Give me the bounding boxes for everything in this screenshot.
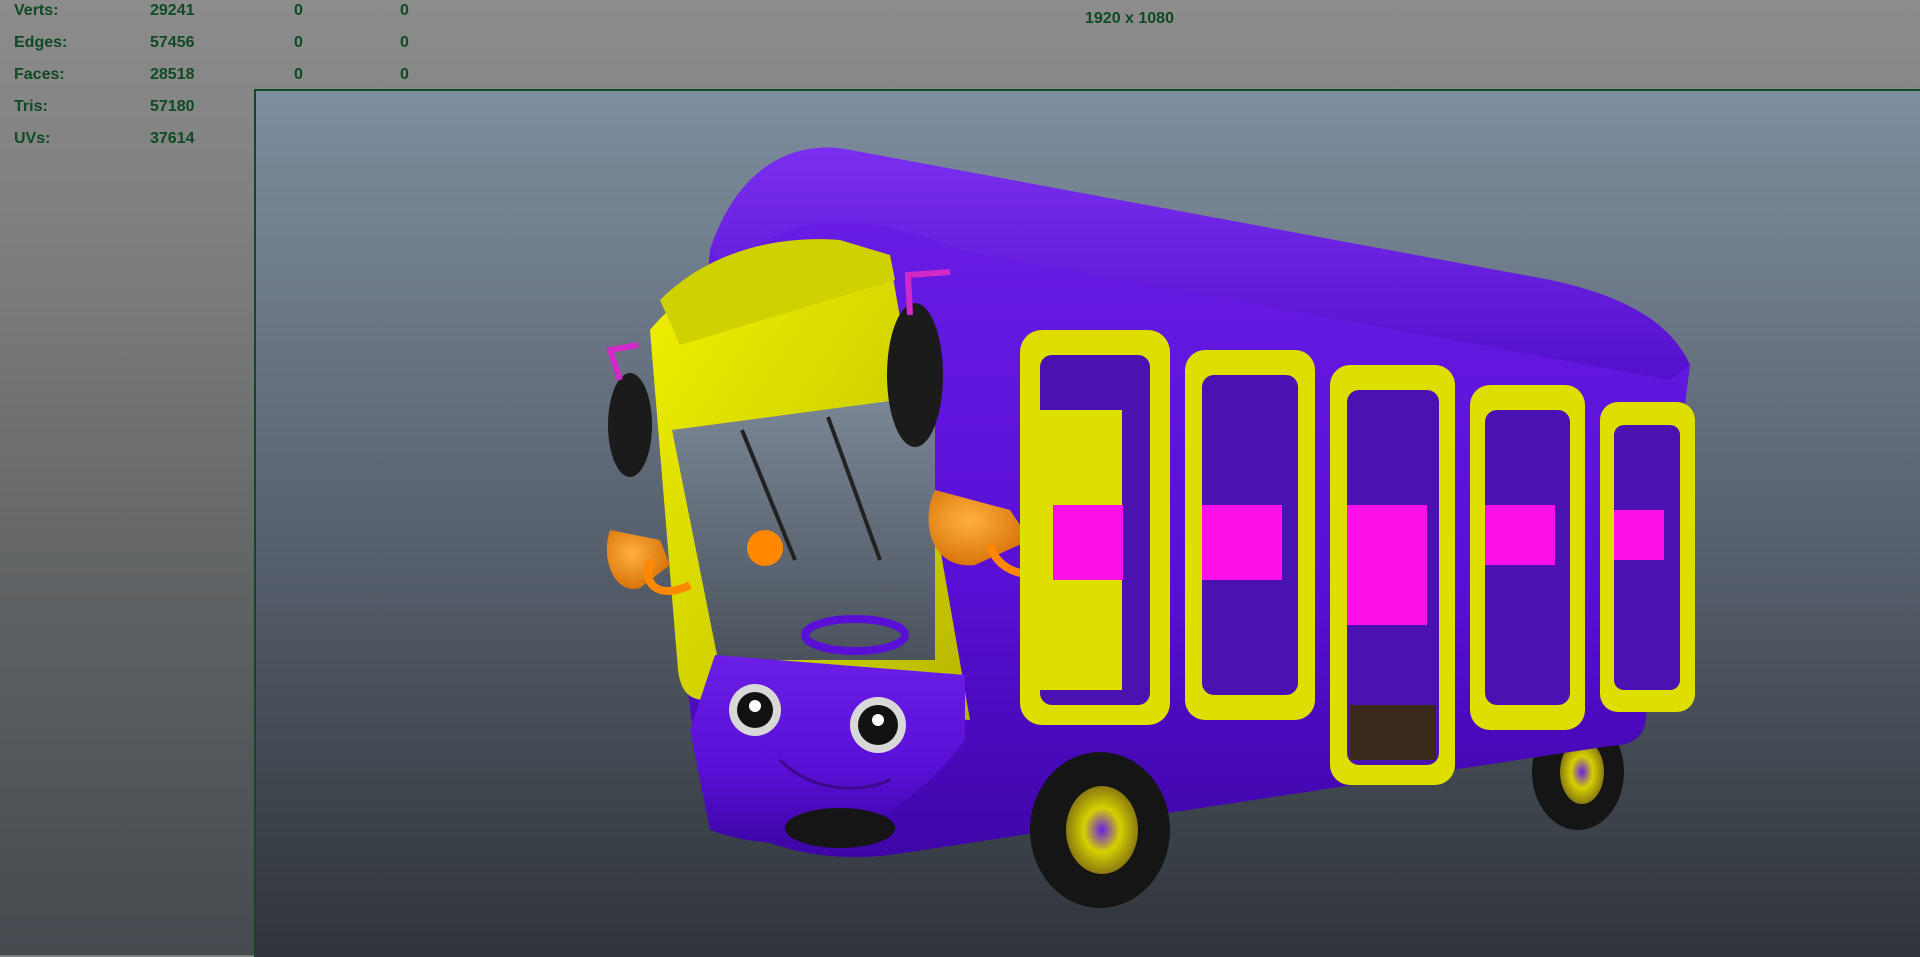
hud-row-faces: Faces: 28518 0 0 bbox=[0, 66, 430, 88]
hud-total: 57180 bbox=[150, 98, 195, 115]
hud-label: Faces: bbox=[14, 66, 65, 83]
hud-selected: 0 bbox=[294, 2, 303, 19]
maya-viewport[interactable]: Verts: 29241 0 0 Edges: 57456 0 0 Faces:… bbox=[0, 0, 1920, 957]
hud-total: 37614 bbox=[150, 130, 195, 147]
hud-component: 0 bbox=[400, 2, 409, 19]
hud-total: 29241 bbox=[150, 2, 195, 19]
hud-selected: 0 bbox=[294, 66, 303, 83]
hud-row-edges: Edges: 57456 0 0 bbox=[0, 34, 430, 56]
hud-total: 28518 bbox=[150, 66, 195, 83]
hud-selected: 0 bbox=[294, 34, 303, 51]
bus-model[interactable] bbox=[590, 140, 1710, 920]
hud-total: 57456 bbox=[150, 34, 195, 51]
hud-component: 0 bbox=[400, 34, 409, 51]
resolution-gate-label: 1920 x 1080 bbox=[1085, 10, 1174, 27]
hud-label: Tris: bbox=[14, 98, 48, 115]
hud-component: 0 bbox=[400, 66, 409, 83]
hud-label: Edges: bbox=[14, 34, 68, 51]
hud-label: Verts: bbox=[14, 2, 59, 19]
hud-label: UVs: bbox=[14, 130, 51, 147]
hud-row-verts: Verts: 29241 0 0 bbox=[0, 2, 430, 24]
